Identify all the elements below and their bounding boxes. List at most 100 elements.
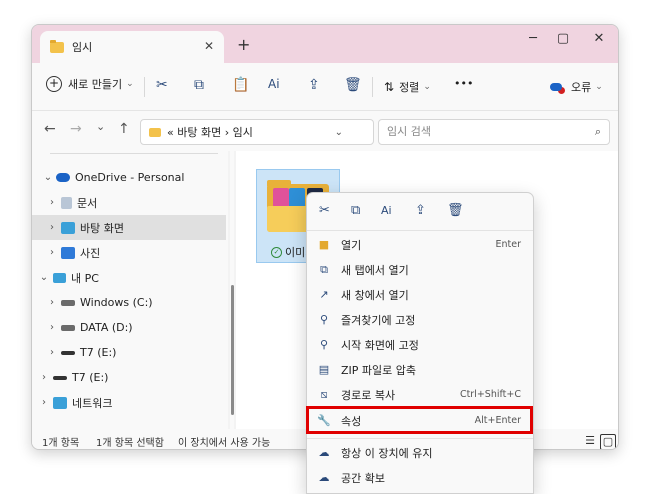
new-tab-button[interactable]: +	[237, 35, 250, 54]
menu-item-compress-zip[interactable]: ▤ ZIP 파일로 압축	[307, 357, 533, 382]
sidebar-item-label: 네트워크	[72, 396, 113, 410]
sidebar-item-windows-c[interactable]: › Windows (C:)	[46, 290, 240, 315]
close-button[interactable]: ✕	[584, 31, 614, 46]
drive-icon	[53, 375, 67, 380]
share-icon[interactable]: ⇪	[415, 203, 426, 218]
tab-close-button[interactable]: ✕	[204, 39, 214, 53]
recent-locations-button[interactable]: ⌄	[96, 120, 105, 133]
navigation-pane: ⌄ OneDrive - Personal › 문서 › 바탕 화면 › 사진 …	[32, 151, 228, 429]
network-icon	[53, 396, 67, 409]
chevron-down-icon: ⌄	[126, 79, 134, 89]
sidebar-item-this-pc[interactable]: ⌄ 내 PC	[38, 265, 232, 290]
pin-icon: ⚲	[319, 313, 329, 326]
sort-button[interactable]: ⇅ 정렬 ⌄	[384, 79, 431, 95]
menu-item-open-new-window[interactable]: ↗ 새 창에서 열기	[307, 282, 533, 307]
delete-icon[interactable]: 🗑	[447, 203, 464, 218]
menu-item-label: 열기	[341, 238, 362, 252]
cloud-icon	[550, 83, 562, 91]
divider	[144, 77, 145, 97]
share-icon[interactable]: ⇪	[308, 77, 320, 93]
maximize-button[interactable]: ▢	[548, 31, 578, 46]
back-button[interactable]: ←	[44, 121, 56, 137]
paste-icon[interactable]: 📋	[232, 77, 249, 93]
sidebar-item-t7-e-root[interactable]: › T7 (E:)	[38, 365, 232, 390]
chevron-right-icon[interactable]: ›	[46, 297, 58, 308]
chevron-down-icon[interactable]: ⌄	[335, 127, 343, 138]
address-field[interactable]: « 바탕 화면 › 임시 ⌄ ↻	[140, 119, 395, 145]
address-path: « 바탕 화면 › 임시	[167, 126, 253, 139]
search-icon: ⌕	[594, 125, 601, 138]
title-bar: 임시 ✕ + ─ ▢ ✕	[32, 25, 618, 63]
sidebar-item-label: 사진	[80, 246, 101, 260]
folder-icon	[149, 127, 161, 137]
new-button[interactable]: + 새로 만들기 ⌄	[46, 76, 134, 92]
chevron-right-icon[interactable]: ›	[38, 372, 50, 383]
drive-icon	[61, 350, 75, 355]
cut-icon[interactable]: ✂	[319, 203, 330, 218]
chevron-down-icon: ⌄	[595, 82, 603, 92]
menu-item-label: ZIP 파일로 압축	[341, 363, 417, 377]
menu-item-label: 새 탭에서 열기	[341, 263, 409, 277]
new-tab-icon: ⧉	[320, 262, 328, 276]
more-options-button[interactable]: •••	[454, 77, 473, 90]
chevron-right-icon[interactable]: ›	[46, 197, 58, 208]
sidebar-item-label: Windows (C:)	[80, 296, 153, 309]
sidebar-item-t7-e[interactable]: › T7 (E:)	[46, 340, 240, 365]
menu-item-pin-start[interactable]: ⚲ 시작 화면에 고정	[307, 332, 533, 357]
menu-item-free-space[interactable]: ☁ 공간 확보	[307, 465, 533, 490]
minimize-button[interactable]: ─	[518, 31, 548, 46]
copy-icon[interactable]: ⧉	[194, 77, 204, 93]
rename-icon[interactable]: Aⅰ	[268, 77, 280, 91]
forward-button[interactable]: →	[70, 121, 82, 137]
context-menu-quick-actions: ✂ ⧉ Aⅰ ⇪ 🗑	[307, 193, 533, 231]
divider	[307, 438, 533, 439]
address-bar-row: ← → ⌄ ↑ « 바탕 화면 › 임시 ⌄ ↻ 임시 검색 ⌕	[32, 111, 618, 151]
sidebar-item-pictures[interactable]: › 사진	[46, 240, 240, 265]
account-status-label: 오류	[571, 81, 592, 94]
drive-icon	[61, 324, 75, 331]
selection-count: 1개 항목 선택함	[96, 438, 164, 449]
drive-icon	[61, 299, 75, 306]
sidebar-item-documents[interactable]: › 문서	[46, 190, 240, 215]
delete-icon[interactable]: 🗑	[344, 77, 362, 93]
onedrive-status-button[interactable]: 오류 ⌄	[550, 79, 603, 95]
sidebar-item-desktop[interactable]: › 바탕 화면	[32, 215, 226, 240]
search-input[interactable]: 임시 검색 ⌕	[378, 119, 610, 145]
cut-icon[interactable]: ✂	[156, 77, 168, 93]
menu-item-open-new-tab[interactable]: ⧉ 새 탭에서 열기	[307, 257, 533, 282]
sidebar-item-label: DATA (D:)	[80, 321, 133, 334]
menu-item-label: 새 창에서 열기	[341, 288, 409, 302]
item-count: 1개 항목	[42, 438, 80, 449]
divider	[50, 153, 218, 154]
new-window-icon: ↗	[319, 288, 329, 301]
chevron-right-icon[interactable]: ›	[46, 322, 58, 333]
menu-item-always-keep[interactable]: ☁ 항상 이 장치에 유지	[307, 440, 533, 465]
details-view-button[interactable]: ☰	[582, 434, 598, 449]
tab-label: 임시	[72, 41, 93, 54]
sidebar-item-data-d[interactable]: › DATA (D:)	[46, 315, 240, 340]
cloud-icon: ☁	[318, 471, 330, 484]
sidebar-item-onedrive[interactable]: ⌄ OneDrive - Personal	[42, 165, 236, 190]
sidebar-item-label: 바탕 화면	[80, 221, 124, 235]
divider	[372, 77, 373, 97]
menu-item-open[interactable]: ■ 열기 Enter	[307, 232, 533, 257]
rename-icon[interactable]: Aⅰ	[381, 204, 392, 217]
chevron-right-icon[interactable]: ›	[38, 397, 50, 408]
menu-item-pin-quick-access[interactable]: ⚲ 즐겨찾기에 고정	[307, 307, 533, 332]
chevron-right-icon[interactable]: ›	[46, 247, 58, 258]
copy-icon[interactable]: ⧉	[351, 203, 360, 218]
tab-temp[interactable]: 임시 ✕	[40, 31, 224, 63]
chevron-down-icon[interactable]: ⌄	[38, 272, 50, 283]
menu-item-label: 경로로 복사	[341, 388, 396, 402]
sidebar-item-network[interactable]: › 네트워크	[38, 390, 232, 415]
chevron-right-icon[interactable]: ›	[46, 222, 58, 233]
menu-item-copy-path[interactable]: ⧅ 경로로 복사 Ctrl+Shift+C	[307, 382, 533, 407]
chevron-right-icon[interactable]: ›	[46, 347, 58, 358]
pin-icon: ⚲	[319, 338, 329, 351]
chevron-down-icon[interactable]: ⌄	[42, 172, 54, 183]
folder-icon: ■	[318, 238, 330, 251]
desktop-icon	[61, 221, 75, 234]
sidebar-scrollbar-thumb[interactable]	[231, 285, 234, 415]
up-button[interactable]: ↑	[118, 121, 130, 137]
tiles-view-button[interactable]: ▢	[600, 434, 616, 449]
